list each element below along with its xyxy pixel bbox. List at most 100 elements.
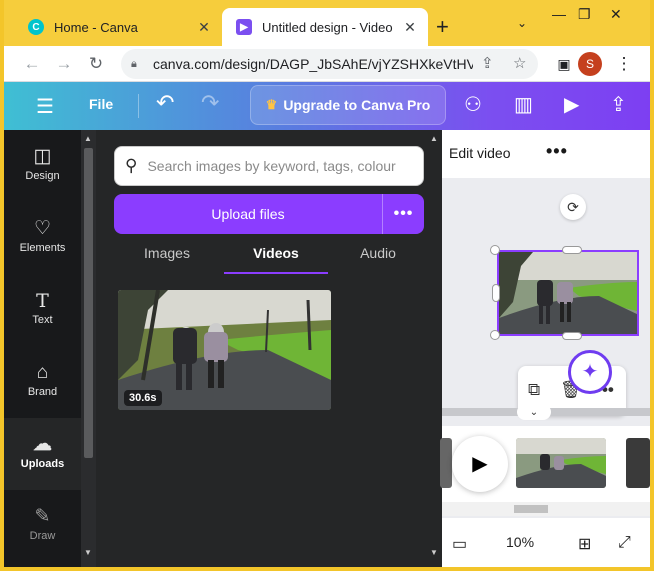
design-icon: ◫	[33, 146, 52, 167]
magic-sparkle-icon[interactable]: ✦	[568, 350, 612, 394]
undo-icon[interactable]: ↶	[156, 90, 174, 116]
resize-handle[interactable]	[562, 332, 582, 340]
hamburger-icon[interactable]: ☰	[36, 94, 54, 119]
uploads-icon: ☁	[33, 434, 52, 455]
upload-files-button[interactable]: Upload files •••	[114, 194, 424, 234]
more-options-icon[interactable]: •••	[383, 194, 424, 234]
address-bar[interactable]: 🔒︎ canva.com/design/DAGP_JbSAhE/vjYZSHXk…	[121, 49, 538, 79]
resize-handle[interactable]	[490, 330, 500, 340]
canva-header: ☰ File ↶ ↷ ♛ Upgrade to Canva Pro ⚇ ▥ ▶ …	[4, 82, 650, 130]
elements-icon: ♡	[33, 218, 52, 239]
sidebar-item-text[interactable]: T Text	[4, 274, 81, 346]
tab-search-icon[interactable]: ⌄	[517, 16, 527, 30]
browser-window: C Home - Canva ✕ ▶ Untitled design - Vid…	[4, 0, 650, 567]
close-tab-icon[interactable]: ✕	[400, 19, 420, 36]
left-sidebar: ◫ Design ♡ Elements T Text ⌂ Brand ☁ Upl…	[4, 130, 81, 567]
zoom-level[interactable]: 10%	[506, 534, 534, 550]
minimize-icon[interactable]: —	[552, 6, 566, 22]
sidebar-item-uploads[interactable]: ☁ Uploads	[4, 418, 81, 490]
tab-strip: C Home - Canva ✕ ▶ Untitled design - Vid…	[4, 0, 650, 46]
editor-footer: ▭ 10% ⊞ ⤢	[442, 518, 650, 567]
sidebar-item-elements[interactable]: ♡ Elements	[4, 202, 81, 274]
video-duration: 30.6s	[124, 390, 162, 406]
duplicate-icon[interactable]: ⧉	[528, 380, 540, 400]
back-icon[interactable]: ←	[20, 52, 44, 76]
tab-audio[interactable]: Audio	[338, 238, 418, 274]
close-window-icon[interactable]: ✕	[610, 6, 622, 23]
video-icon: ▶	[236, 19, 252, 35]
edit-video-button[interactable]: Edit video	[449, 145, 510, 161]
play-button[interactable]: ▶	[452, 436, 508, 492]
timeline: ▶	[440, 426, 650, 502]
timeline-clip-image	[516, 438, 606, 488]
resize-handle[interactable]	[562, 246, 582, 254]
scroll-down-icon[interactable]: ▼	[430, 548, 438, 557]
sidebar-item-label: Draw	[29, 530, 56, 542]
timeline-clip[interactable]	[440, 438, 452, 488]
redo-icon[interactable]: ↷	[201, 90, 219, 116]
notes-icon[interactable]: ▭	[452, 534, 467, 554]
close-tab-icon[interactable]: ✕	[194, 19, 214, 36]
media-tabs: Images Videos Audio	[114, 238, 424, 274]
menu-icon[interactable]: ⋮	[612, 52, 636, 76]
insights-icon[interactable]: ▥	[514, 92, 533, 117]
sidebar-item-design[interactable]: ◫ Design	[4, 130, 81, 202]
timeline-scrollbar[interactable]	[442, 502, 650, 516]
draw-icon: ✎	[34, 506, 51, 527]
present-icon[interactable]: ▶	[564, 92, 579, 117]
forward-icon[interactable]: →	[52, 52, 76, 76]
share-people-icon[interactable]: ⚇	[464, 92, 482, 117]
upload-label: Upload files	[211, 206, 285, 222]
resize-handle[interactable]	[492, 284, 500, 302]
avatar[interactable]: S	[578, 52, 602, 76]
more-options-icon[interactable]: •••	[546, 141, 568, 162]
tab-videos[interactable]: Videos	[224, 238, 328, 274]
tab-home-canva[interactable]: C Home - Canva ✕	[14, 8, 222, 46]
sidebar-item-label: Uploads	[20, 458, 65, 470]
maximize-icon[interactable]: ❐	[578, 6, 591, 23]
reload-icon[interactable]: ↻	[84, 52, 108, 76]
scroll-up-icon[interactable]: ▲	[430, 134, 438, 143]
scroll-down-icon[interactable]: ▼	[84, 548, 92, 557]
lock-icon: 🔒︎	[131, 57, 137, 70]
text-icon: T	[36, 290, 49, 312]
crown-icon: ♛	[265, 97, 278, 112]
sidebar-item-label: Design	[25, 170, 60, 182]
tab-title: Untitled design - Video	[262, 19, 393, 35]
scroll-up-icon[interactable]: ▲	[84, 134, 92, 143]
brand-icon: ⌂	[36, 362, 49, 383]
scrollbar-thumb[interactable]	[514, 505, 548, 513]
side-panel-icon[interactable]: ▣	[552, 52, 576, 76]
search-icon: ⚲	[125, 156, 138, 175]
chevron-down-icon[interactable]: ⌄	[517, 404, 551, 420]
canvas-video[interactable]	[497, 250, 639, 336]
grid-view-icon[interactable]: ⊞	[578, 534, 591, 554]
fullscreen-icon[interactable]: ⤢	[618, 534, 631, 552]
resize-handle[interactable]	[490, 245, 500, 255]
new-tab-button[interactable]: +	[436, 14, 449, 40]
rotate-icon[interactable]: ⟳	[560, 194, 586, 220]
canvas-video-image	[499, 252, 637, 334]
export-icon[interactable]: ⇪	[610, 92, 627, 117]
uploads-panel: ⚲ Search images by keyword, tags, colour…	[96, 130, 442, 567]
upgrade-label: Upgrade to Canva Pro	[283, 97, 431, 113]
timeline-clip[interactable]	[516, 438, 606, 488]
sidebar-item-draw[interactable]: ✎ Draw	[4, 490, 81, 562]
tab-untitled-design[interactable]: ▶ Untitled design - Video ✕	[222, 8, 428, 46]
upgrade-button[interactable]: ♛ Upgrade to Canva Pro	[250, 85, 446, 125]
sidebar-item-brand[interactable]: ⌂ Brand	[4, 346, 81, 418]
star-icon[interactable]: ☆	[513, 54, 526, 72]
sidebar-item-label: Elements	[19, 242, 66, 254]
video-thumbnail[interactable]: 30.6s	[118, 290, 331, 410]
share-icon[interactable]: ⇪	[481, 54, 494, 72]
tab-images[interactable]: Images	[122, 238, 212, 274]
divider	[138, 94, 139, 118]
timeline-clip[interactable]	[626, 438, 650, 488]
scrollbar-thumb[interactable]	[84, 148, 93, 458]
search-input[interactable]: ⚲ Search images by keyword, tags, colour	[114, 146, 424, 186]
url-text: canva.com/design/DAGP_JbSAhE/vjYZSHXkeVt…	[153, 56, 473, 72]
file-button[interactable]: File	[89, 96, 113, 112]
sidebar-scrollbar[interactable]: ▲ ▼	[81, 130, 96, 567]
sidebar-item-label: Text	[32, 314, 53, 326]
tab-title: Home - Canva	[54, 19, 138, 35]
